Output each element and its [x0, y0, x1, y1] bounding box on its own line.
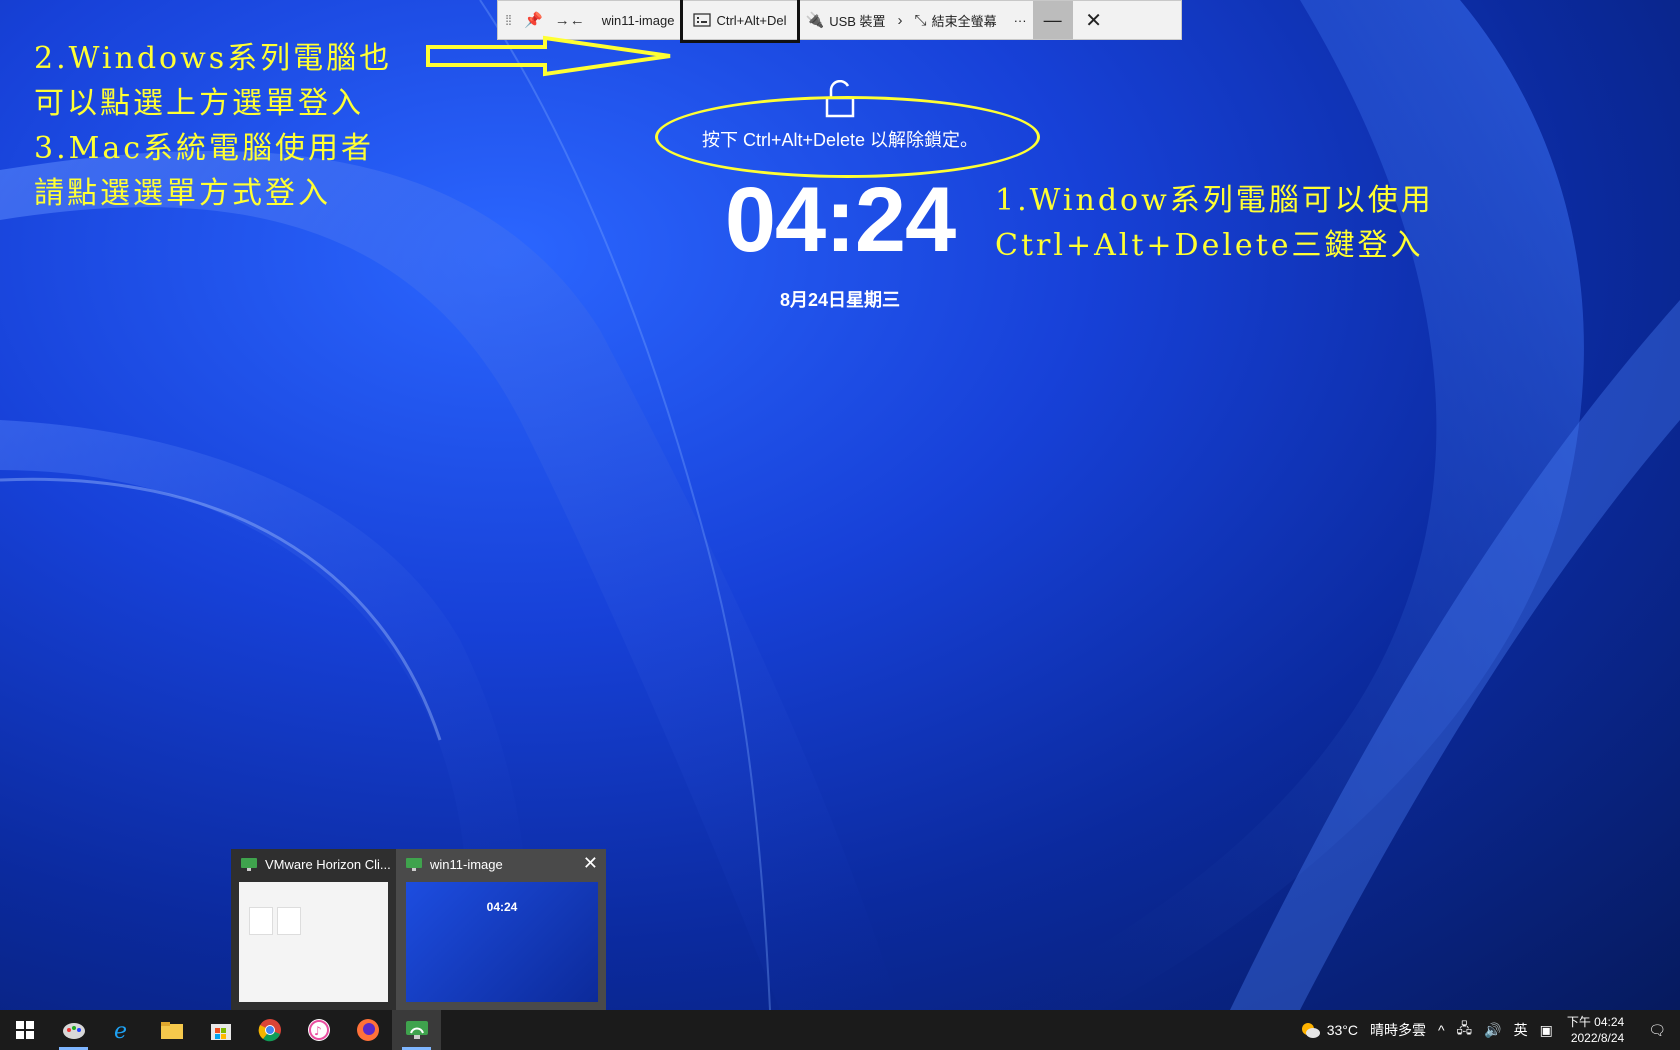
taskbar-chrome[interactable] — [245, 1010, 294, 1050]
clipboard-icon: ▣ — [1539, 1021, 1553, 1038]
desktop-name: win11-image — [601, 12, 675, 28]
network-icon: 🖧 — [1456, 1020, 1473, 1036]
vmware-horizon-icon — [406, 857, 422, 871]
usb-expand-button[interactable]: › — [892, 1, 909, 39]
annotation-right: 1.Window系列電腦可以使用 Ctrl+Alt+Delete三鍵登入 — [995, 178, 1434, 268]
internet-explorer-icon: e — [114, 1019, 127, 1042]
more-button[interactable]: ··· — [1003, 1, 1033, 39]
annotation-arrow — [426, 35, 671, 77]
vmware-horizon-icon — [241, 857, 257, 871]
chevron-up-icon: ^ — [1437, 1022, 1445, 1038]
usb-icon: 🔌 — [805, 12, 825, 29]
start-button[interactable] — [0, 1010, 49, 1050]
taskbar-internet-explorer[interactable]: e — [98, 1010, 147, 1050]
resize-button[interactable]: →← — [549, 1, 591, 39]
notification-center-button[interactable]: 🗨 — [1634, 1022, 1680, 1039]
ctrl-alt-del-button[interactable]: Ctrl+Alt+Del — [680, 0, 800, 43]
horizon-toolbar: ⁞⁞ 📌 →← win11-image Ctrl+Alt+Del 🔌 USB 裝… — [497, 0, 1182, 43]
annotation-line: 請點選選單方式登入 — [34, 176, 331, 211]
taskbar-itunes[interactable]: ♪ — [294, 1010, 343, 1050]
store-icon — [210, 1024, 231, 1040]
keyboard-icon — [693, 13, 712, 27]
speaker-icon: 🔊 — [1484, 1021, 1502, 1038]
usb-button[interactable]: 🔌 USB 裝置 — [800, 1, 892, 39]
taskbar-vmware-horizon[interactable] — [392, 1010, 441, 1050]
chrome-icon — [258, 1019, 281, 1042]
preview-tile — [277, 907, 301, 935]
annotation-left: 2.Windows系列電腦也 可以點選上方選單登入 3.Mac系統電腦使用者 請… — [34, 36, 392, 216]
folder-icon — [160, 1022, 183, 1039]
thumbnail-title: VMware Horizon Cli... — [265, 857, 391, 872]
close-button[interactable]: ✕ — [1073, 1, 1115, 39]
thumbnail-preview — [239, 882, 388, 1002]
weather-widget[interactable]: 33°C 晴時多雲 — [1293, 1020, 1432, 1040]
firefox-icon — [356, 1019, 379, 1041]
pin-icon: 📌 — [524, 12, 543, 29]
weather-temp: 33°C — [1326, 1022, 1358, 1038]
annotation-line: 可以點選上方選單登入 — [34, 86, 364, 121]
svg-text:e: e — [114, 1019, 127, 1042]
collapse-arrows-icon: →← — [554, 11, 585, 29]
drag-grip-icon[interactable]: ⁞⁞ — [498, 1, 518, 39]
lock-clock: 04:24 — [724, 169, 956, 271]
minimize-button[interactable]: — — [1032, 1, 1073, 39]
tray-date: 2022/8/24 — [1570, 1031, 1625, 1045]
paint-icon — [62, 1023, 85, 1039]
chevron-right-icon: › — [897, 11, 903, 29]
thumbnail-preview: 04:24 — [406, 882, 598, 1002]
preview-tile — [249, 907, 273, 935]
lock-date: 8月24日星期三 — [779, 290, 901, 310]
weather-desc: 晴時多雲 — [1369, 1022, 1426, 1038]
itunes-icon: ♪ — [307, 1019, 330, 1041]
vmware-horizon-icon — [405, 1021, 428, 1039]
svg-text:♪: ♪ — [314, 1024, 322, 1038]
volume-button[interactable]: 🔊 — [1478, 1022, 1507, 1039]
tray-time: 下午 04:24 — [1566, 1015, 1625, 1029]
thumbnail-win11-image[interactable]: win11-image ✕ 04:24 — [396, 849, 606, 1010]
notification-icon: 🗨 — [1648, 1021, 1666, 1038]
close-icon: ✕ — [1085, 9, 1102, 32]
annotation-line: 3.Mac系統電腦使用者 — [34, 131, 375, 166]
taskbar-clock[interactable]: 下午 04:24 2022/8/24 — [1559, 1014, 1634, 1046]
exit-fullscreen-button[interactable]: ⤡ 結束全螢幕 — [909, 1, 1003, 39]
taskbar: e ♪ 33°C 晴時多雲 ^ 🖧 🔊 英 ▣ 下午 04:24 2022/8/… — [0, 1010, 1680, 1050]
partly-cloudy-icon — [1301, 1023, 1320, 1038]
preview-time: 04:24 — [486, 900, 518, 914]
clipboard-button[interactable]: ▣ — [1534, 1022, 1559, 1039]
network-button[interactable]: 🖧 — [1451, 1018, 1479, 1042]
annotation-line: 2.Windows系列電腦也 — [34, 41, 393, 76]
minimize-icon: — — [1043, 9, 1062, 30]
system-tray: 33°C 晴時多雲 ^ 🖧 🔊 英 ▣ 下午 04:24 2022/8/24 🗨 — [1293, 1010, 1680, 1050]
annotation-line: Ctrl+Alt+Delete三鍵登入 — [995, 228, 1424, 263]
remote-desktop[interactable]: ⁞⁞ 📌 →← win11-image Ctrl+Alt+Del 🔌 USB 裝… — [0, 0, 1680, 1010]
ime-indicator[interactable]: 英 — [1508, 1020, 1534, 1040]
exit-fullscreen-icon: ⤡ — [914, 11, 927, 29]
thumbnail-horizon-client[interactable]: VMware Horizon Cli... — [231, 849, 396, 1010]
unlock-prompt: 按下 Ctrl+Alt+Delete 以解除鎖定。 — [701, 130, 979, 150]
taskbar-firefox[interactable] — [343, 1010, 392, 1050]
annotation-line: 1.Window系列電腦可以使用 — [995, 183, 1434, 218]
taskbar-thumbnail-popup: VMware Horizon Cli... win11-image ✕ 04:2… — [231, 849, 606, 1010]
close-icon[interactable]: ✕ — [583, 853, 598, 874]
taskbar-paint[interactable] — [49, 1010, 98, 1050]
show-hidden-icons-button[interactable]: ^ — [1432, 1022, 1451, 1038]
taskbar-file-explorer[interactable] — [147, 1010, 196, 1050]
taskbar-microsoft-store[interactable] — [196, 1010, 245, 1050]
windows-start-icon — [15, 1021, 34, 1039]
pin-button[interactable]: 📌 — [518, 1, 549, 39]
thumbnail-title: win11-image — [430, 857, 503, 872]
